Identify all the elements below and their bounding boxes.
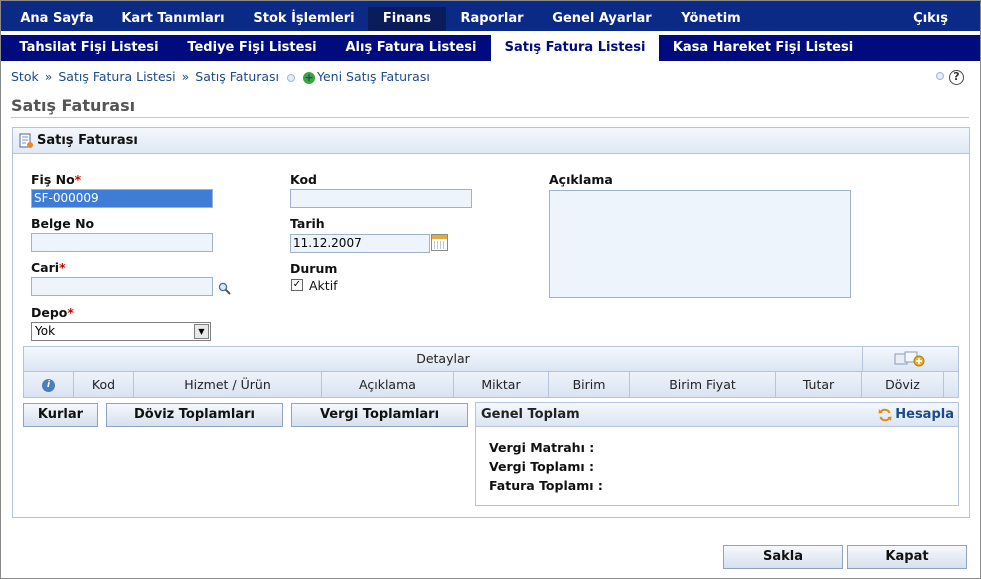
cari-label: Cari* [31,260,66,275]
kurlar-button[interactable]: Kurlar [23,403,98,427]
nav-raporlar[interactable]: Raporlar [448,7,536,31]
save-button[interactable]: Sakla [723,545,843,569]
durum-label: Durum [290,261,338,276]
bullet-icon [936,72,944,80]
tarih-input[interactable]: 11.12.2007 [290,234,430,253]
details-grid: Detaylar i Kod Hizmet / Ürün Açıklama Mi… [23,346,959,398]
details-caption: Detaylar [416,351,470,366]
cari-input[interactable] [31,277,213,296]
totals-header: Genel Toplam Hesapla [476,403,958,427]
doviz-toplamlari-button[interactable]: Döviz Toplamları [106,403,283,427]
column-info: i [24,372,74,397]
nav-genel-ayarlar[interactable]: Genel Ayarlar [541,7,663,31]
document-edit-icon [19,133,33,148]
aktif-checkbox-label: Aktif [309,278,338,293]
breadcrumb-satis-faturasi[interactable]: Satış Faturası [195,69,279,84]
panel-header: Satış Faturası [13,128,969,154]
nav-ana-sayfa[interactable]: Ana Sayfa [9,7,105,31]
chevron-down-icon[interactable]: ▼ [194,324,209,339]
subnav-satis-fatura[interactable]: Satış Fatura Listesi [491,35,659,61]
breadcrumb-stok[interactable]: Stok [11,69,39,84]
totals-panel: Genel Toplam Hesapla Vergi Matrahı : Ver… [475,402,959,506]
app-window: Ana Sayfa Kart Tanımları Stok İşlemleri … [0,0,981,579]
fis-no-label: Fiş No* [31,172,82,187]
add-icon[interactable]: + [303,71,315,84]
subnav-kasa-hareket[interactable]: Kasa Hareket Fişi Listesi [663,35,863,61]
details-header: Detaylar [24,347,958,372]
vergi-toplami-label: Vergi Toplamı : [489,459,594,474]
sub-nav: Tahsilat Fişi Listesi Tediye Fişi Listes… [1,31,980,61]
new-invoice-link[interactable]: Yeni Satış Faturası [317,69,430,84]
fis-no-input[interactable]: SF-000009 [31,189,213,208]
breadcrumb-satis-fatura-listesi[interactable]: Satış Fatura Listesi [58,69,175,84]
depo-selected-value: Yok [35,324,56,338]
column-doviz[interactable]: Döviz [862,372,944,397]
column-birim-fiyat[interactable]: Birim Fiyat [630,372,776,397]
breadcrumb: Stok » Satış Fatura Listesi » Satış Fatu… [11,69,430,84]
vergi-matrahi-label: Vergi Matrahı : [489,440,595,455]
breadcrumb-separator: » [181,69,190,84]
close-button[interactable]: Kapat [847,545,967,569]
aktif-checkbox[interactable]: ✓ [291,279,303,291]
column-tutar[interactable]: Tutar [776,372,862,397]
header-divider [862,347,863,372]
fatura-toplami-label: Fatura Toplamı : [489,478,603,493]
vergi-toplamlari-button[interactable]: Vergi Toplamları [291,403,468,427]
invoice-panel: Satış Faturası Fiş No* SF-000009 Belge N… [12,127,970,518]
refresh-icon [878,408,892,421]
page-title: Satış Faturası [11,96,136,115]
depo-select[interactable]: Yok ▼ [31,322,211,341]
subnav-alis-fatura[interactable]: Alış Fatura Listesi [333,35,489,61]
nav-kart-tanimlari[interactable]: Kart Tanımları [108,7,238,31]
kod-input[interactable] [290,189,472,208]
subnav-tahsilat[interactable]: Tahsilat Fişi Listesi [7,35,171,61]
info-icon: i [42,379,55,392]
panel-title: Satış Faturası [37,133,138,148]
nav-stok-islemleri[interactable]: Stok İşlemleri [241,7,367,31]
bullet-icon [287,73,296,82]
column-aciklama[interactable]: Açıklama [322,372,454,397]
column-hizmet-urun[interactable]: Hizmet / Ürün [134,372,322,397]
nav-exit[interactable]: Çıkış [913,7,948,31]
column-kod[interactable]: Kod [74,372,134,397]
tarih-label: Tarih [290,216,325,231]
top-nav: Ana Sayfa Kart Tanımları Stok İşlemleri … [1,7,980,31]
depo-label: Depo* [31,305,74,320]
column-birim[interactable]: Birim [549,372,630,397]
help-icon[interactable]: ? [949,70,964,85]
calculate-label: Hesapla [895,407,954,422]
aciklama-textarea[interactable] [549,190,851,298]
subnav-tediye[interactable]: Tediye Fişi Listesi [175,35,329,61]
belge-no-label: Belge No [31,216,95,231]
details-columns: i Kod Hizmet / Ürün Açıklama Miktar Biri… [24,372,958,397]
add-rows-icon[interactable] [894,351,928,367]
search-icon[interactable] [218,282,231,295]
aciklama-label: Açıklama [549,172,613,187]
belge-no-input[interactable] [31,233,213,252]
kod-label: Kod [290,172,318,187]
calculate-button[interactable]: Hesapla [878,407,954,422]
nav-finans[interactable]: Finans [368,7,446,31]
title-divider [11,117,969,118]
totals-title: Genel Toplam [481,407,580,422]
nav-yonetim[interactable]: Yönetim [668,7,754,31]
calendar-icon[interactable] [431,234,448,251]
column-miktar[interactable]: Miktar [454,372,549,397]
breadcrumb-separator: » [44,69,53,84]
